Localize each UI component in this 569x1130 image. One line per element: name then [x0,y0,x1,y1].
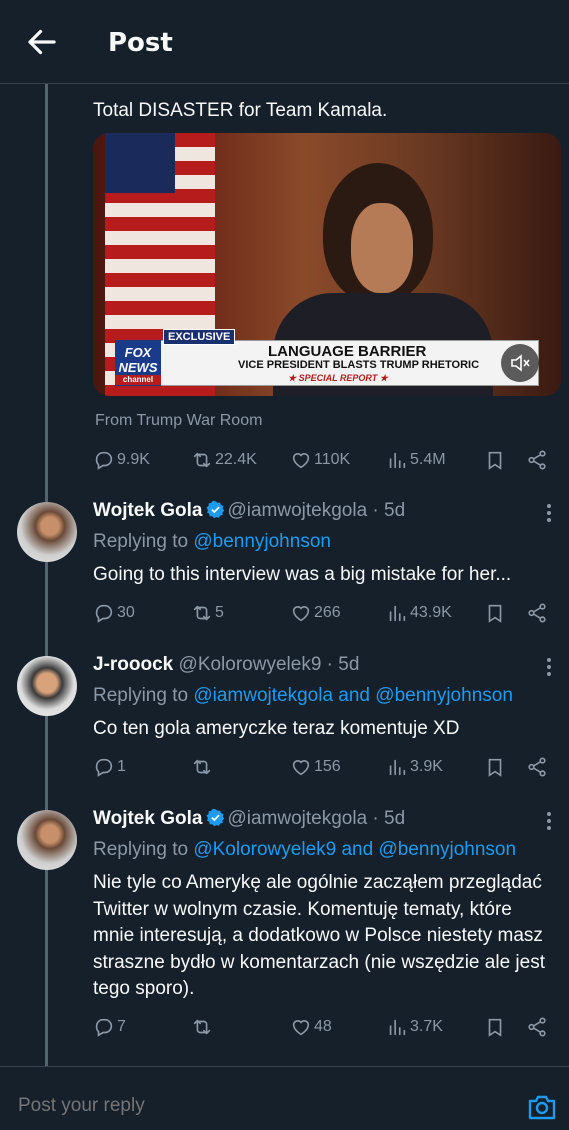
repost-icon [193,605,211,621]
reply-actions: 30 5 266 43.9K [93,601,553,625]
repost-button[interactable] [191,755,215,779]
banner-subline: VICE PRESIDENT BLASTS TRUMP RHETORIC [238,359,480,371]
camera-icon[interactable] [526,1091,558,1123]
like-button[interactable]: 110K [290,448,350,472]
post-actions: 9.9K 22.4K 110K 5.4M [93,448,553,472]
like-button[interactable]: 156 [290,755,341,779]
avatar[interactable] [17,502,77,562]
mention-link[interactable]: @iamwojtekgola and @bennyjohnson [193,685,513,706]
repost-button[interactable]: 5 [191,601,224,625]
reply-text: Nie tyle co Amerykę ale ogólnie zacząłem… [93,872,545,999]
bookmark-button[interactable] [484,601,506,625]
mention-link[interactable]: @Kolorowyelek9 and @bennyjohnson [193,839,516,860]
like-button[interactable]: 266 [290,601,341,625]
bookmark-button[interactable] [484,1015,506,1039]
bookmark-icon [488,451,502,470]
views-button[interactable]: 3.7K [386,1015,443,1039]
avatar[interactable] [17,810,77,870]
bookmark-icon [488,604,502,623]
reply-header: J-rooock @Kolorowyelek9 · 5d [93,654,359,676]
verified-badge-icon [206,808,225,827]
bookmark-icon [488,758,502,777]
share-button[interactable] [526,601,548,625]
top-bar: Post [0,0,569,84]
exclusive-tag: EXCLUSIVE [163,329,236,345]
repost-icon [193,1019,211,1035]
bookmark-button[interactable] [484,448,506,472]
bookmark-button[interactable] [484,755,506,779]
reply-input[interactable] [18,1095,498,1117]
reply-actions: 7 48 3.7K [93,1015,553,1039]
replying-to: Replying to @iamwojtekgola and @bennyjoh… [93,685,513,706]
mention-link[interactable]: @bennyjohnson [193,531,331,552]
muted-speaker-icon [511,354,530,372]
flag-canton [105,133,175,193]
replying-to: Replying to @bennyjohnson [93,531,331,552]
views-button[interactable]: 43.9K [386,601,452,625]
banner-headline: LANGUAGE BARRIER [268,343,427,360]
channel-logo: FOX NEWS channel [115,340,161,386]
heart-icon [292,1020,310,1036]
user-handle: @iamwojtekgola · 5d [227,808,406,829]
views-button[interactable]: 3.9K [386,755,443,779]
heart-icon [292,453,310,469]
like-button[interactable]: 48 [290,1015,332,1039]
share-icon [528,757,546,777]
reply-header: Wojtek Gola @iamwojtekgola · 5d [93,500,405,522]
thread-connector-line [45,84,48,1066]
views-chart-icon [389,1019,406,1036]
share-button[interactable] [526,448,548,472]
avatar[interactable] [17,656,77,716]
repost-button[interactable] [191,1015,215,1039]
display-name[interactable]: Wojtek Gola [93,808,202,829]
reply-icon [95,758,113,777]
views-chart-icon [389,452,406,469]
share-icon [528,603,546,623]
reply-text: Going to this interview was a big mistak… [93,564,512,585]
reply-header: Wojtek Gola @iamwojtekgola · 5d [93,808,405,830]
repost-icon [193,759,211,775]
more-options-icon[interactable] [538,502,560,524]
user-handle: @iamwojtekgola · 5d [227,500,406,521]
repost-button[interactable]: 22.4K [191,448,257,472]
bookmark-icon [488,1018,502,1037]
more-options-icon[interactable] [538,656,560,678]
reply-actions: 1 156 3.9K [93,755,553,779]
reply-composer [0,1066,569,1130]
verified-badge-icon [206,500,225,519]
back-arrow-icon[interactable] [24,24,60,60]
repost-icon [193,452,211,468]
share-button[interactable] [526,1015,548,1039]
display-name[interactable]: J-rooock [93,654,173,675]
reply-button[interactable]: 30 [93,601,135,625]
reply-button[interactable]: 1 [93,755,126,779]
heart-icon [292,606,310,622]
mute-button[interactable] [501,344,539,382]
page-title: Post [108,28,173,58]
reply-button[interactable]: 9.9K [93,448,150,472]
share-icon [528,450,546,470]
post-text: Total DISASTER for Team Kamala. [93,100,388,121]
views-chart-icon [389,759,406,776]
more-options-icon[interactable] [538,810,560,832]
reply-text: Co ten gola ameryczke teraz komentuje XD [93,718,460,739]
views-button[interactable]: 5.4M [386,448,446,472]
views-chart-icon [389,605,406,622]
reply-icon [95,451,113,470]
reply-button[interactable]: 7 [93,1015,126,1039]
share-button[interactable] [526,755,548,779]
source-attribution[interactable]: From Trump War Room [95,412,262,430]
heart-icon [292,760,310,776]
video-thumbnail[interactable]: EXCLUSIVE FOX NEWS channel LANGUAGE BARR… [93,133,561,396]
user-handle: @Kolorowyelek9 · 5d [178,654,360,675]
reply-icon [95,604,113,623]
reply-icon [95,1018,113,1037]
display-name[interactable]: Wojtek Gola [93,500,202,521]
share-icon [528,1017,546,1037]
banner-special: ★ SPECIAL REPORT ★ [288,373,388,383]
replying-to: Replying to @Kolorowyelek9 and @bennyjoh… [93,839,517,860]
